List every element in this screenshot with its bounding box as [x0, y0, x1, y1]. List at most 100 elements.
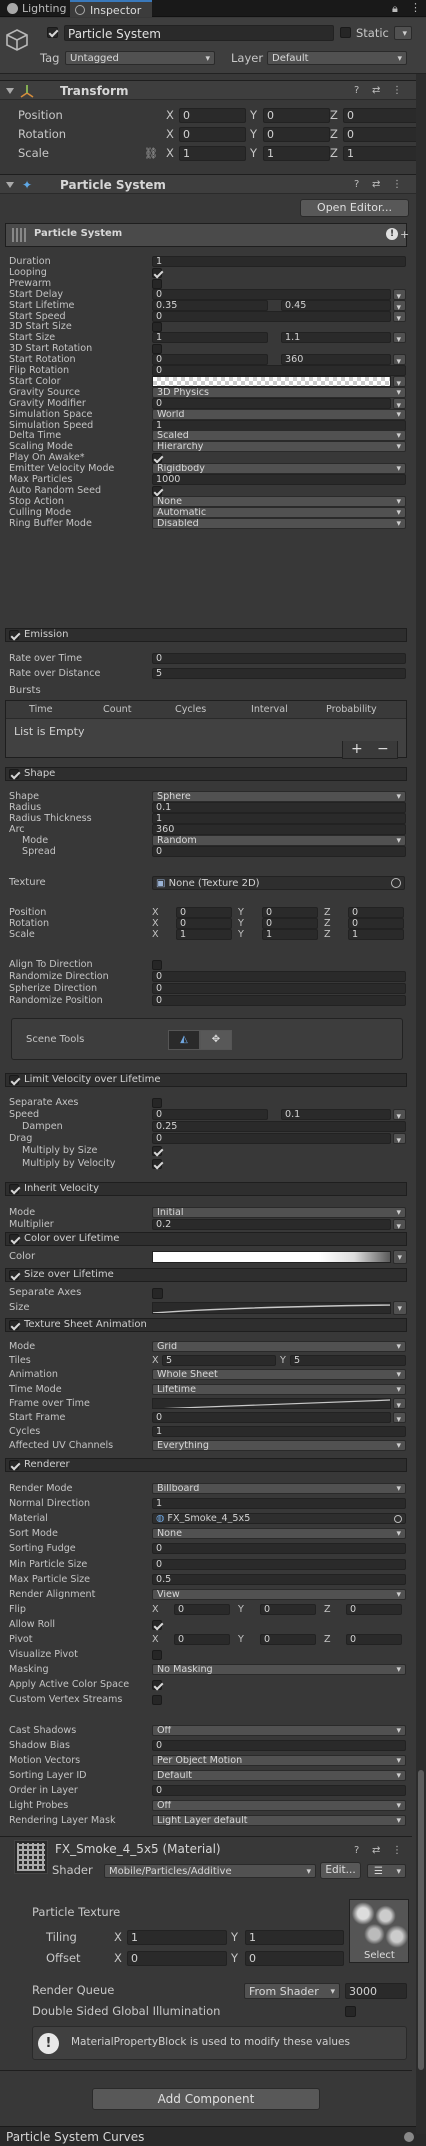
presets-icon[interactable]: ⇄: [372, 85, 380, 97]
material-object-field[interactable]: ◍ FX_Smoke_4_5x5: [152, 1513, 406, 1525]
shape-toggle[interactable]: [9, 769, 19, 779]
renderer-toggle[interactable]: [9, 1460, 19, 1470]
sorting-fudge-field[interactable]: 0: [152, 1543, 406, 1555]
shader-edit-button[interactable]: Edit...: [320, 1862, 361, 1879]
stop-action-dropdown[interactable]: None: [152, 495, 406, 507]
foldout-arrow-icon[interactable]: [6, 182, 14, 188]
affected-uv-channels-dropdown[interactable]: Everything: [152, 1440, 406, 1452]
drag-mode-dropdown[interactable]: [393, 1133, 406, 1145]
separate-axes-checkbox[interactable]: [152, 1098, 162, 1108]
separate-axes-checkbox[interactable]: [152, 1288, 163, 1299]
delta-time-dropdown[interactable]: Scaled: [152, 430, 406, 442]
shape-rotation-z-field[interactable]: 0: [348, 917, 404, 929]
multiply-by-velocity-checkbox[interactable]: [152, 1158, 162, 1169]
start-speed-field[interactable]: 0: [152, 310, 391, 322]
prewarm-checkbox[interactable]: [152, 278, 162, 289]
frame-over-time-mode-dropdown[interactable]: [393, 1397, 406, 1409]
min-particle-size-field[interactable]: 0: [152, 1558, 406, 1570]
simulation-space-dropdown[interactable]: World: [152, 408, 406, 420]
shape-texture-field[interactable]: ▣ None (Texture 2D): [152, 876, 405, 890]
start-rotation-mode-dropdown[interactable]: [393, 354, 406, 366]
mode-dropdown[interactable]: Random: [152, 834, 406, 846]
start-lifetime-min-field[interactable]: 0.35: [152, 299, 268, 311]
emission-module-header[interactable]: Emission: [5, 628, 407, 642]
scaling-mode-dropdown[interactable]: Hierarchy: [152, 441, 406, 453]
spread-field[interactable]: 0: [152, 845, 406, 857]
flip-x-field[interactable]: 0: [174, 1603, 230, 1615]
remove-burst-button[interactable]: −: [377, 741, 389, 757]
texture-sheet-module-header[interactable]: Texture Sheet Animation: [5, 1318, 407, 1332]
tab-lighting[interactable]: Lighting: [2, 0, 68, 17]
shape-rotation-y-field[interactable]: 0: [262, 917, 318, 929]
animation-dropdown[interactable]: Whole Sheet: [152, 1369, 406, 1381]
pivot-y-field[interactable]: 0: [260, 1634, 316, 1645]
transform-header[interactable]: Transform ? ⇄ ⋮: [0, 80, 426, 100]
render-alignment-dropdown[interactable]: View: [152, 1588, 406, 1600]
normal-direction-field[interactable]: 1: [152, 1498, 406, 1510]
radius-field[interactable]: 0.1: [152, 801, 406, 813]
rate-over-distance-field[interactable]: 5: [152, 667, 406, 679]
size-curve-field[interactable]: [152, 1302, 391, 1314]
flip-rotation-field[interactable]: 0: [152, 365, 406, 376]
culling-mode-dropdown[interactable]: Automatic: [152, 506, 406, 518]
start-lifetime-mode-dropdown[interactable]: [393, 299, 406, 311]
help-icon[interactable]: ?: [354, 179, 359, 191]
visualize-pivot-checkbox[interactable]: [152, 1650, 162, 1661]
arc-field[interactable]: 360: [152, 823, 406, 835]
cast-shadows-dropdown[interactable]: Off: [152, 1724, 406, 1736]
limit-velocity-toggle[interactable]: [9, 1075, 19, 1085]
static-toggle[interactable]: [340, 27, 351, 38]
render-queue-dropdown[interactable]: From Shader: [244, 1983, 340, 1999]
renderer-module-header[interactable]: Renderer: [5, 1458, 407, 1472]
gravity-source-dropdown[interactable]: 3D Physics: [152, 386, 406, 398]
position-y-field[interactable]: 0: [263, 108, 330, 123]
randomize-position-field[interactable]: 0: [152, 995, 406, 1007]
light-probes-dropdown[interactable]: Off: [152, 1800, 406, 1812]
drag-field[interactable]: 0: [152, 1133, 391, 1145]
component-menu-icon[interactable]: ⋮: [392, 1845, 402, 1857]
custom-vertex-streams-checkbox[interactable]: [152, 1695, 162, 1706]
inherit-velocity-toggle[interactable]: [9, 1184, 19, 1194]
offset-y-field[interactable]: 0: [245, 1951, 344, 1966]
foldout-arrow-icon[interactable]: [6, 88, 14, 94]
object-picker-icon[interactable]: [394, 1515, 402, 1524]
edit-shape-tool-icon[interactable]: ◭: [168, 1030, 200, 1050]
sort-mode-dropdown[interactable]: None: [152, 1528, 406, 1540]
start-frame-mode-dropdown[interactable]: [393, 1412, 406, 1423]
tag-dropdown[interactable]: Untagged: [65, 51, 215, 65]
limit-velocity-module-header[interactable]: Limit Velocity over Lifetime: [5, 1073, 407, 1087]
scale-y-field[interactable]: 1: [263, 146, 330, 161]
tiles-x-field[interactable]: 5: [162, 1355, 276, 1367]
gravity-modifier-mode-dropdown[interactable]: [393, 397, 406, 409]
multiplier-mode-dropdown[interactable]: [393, 1219, 406, 1231]
start-size-max-field[interactable]: 1.1: [281, 332, 391, 344]
position-z-field[interactable]: 0: [343, 108, 418, 123]
position-x-field[interactable]: 0: [179, 108, 246, 123]
rotation-y-field[interactable]: 0: [263, 127, 330, 142]
speed-min-field[interactable]: 0: [152, 1109, 268, 1121]
object-name-field[interactable]: Particle System: [64, 25, 334, 41]
start-color-mode-dropdown[interactable]: [393, 375, 406, 387]
rotation-z-field[interactable]: 0: [343, 127, 418, 142]
texture-sheet-toggle[interactable]: [9, 1320, 19, 1330]
particle-system-panel-header[interactable]: Particle System ! +: [5, 223, 409, 247]
scale-x-field[interactable]: 1: [179, 146, 246, 161]
shape-rotation-x-field[interactable]: 0: [176, 917, 232, 929]
start-lifetime-max-field[interactable]: 0.45: [281, 299, 391, 311]
start-rotation-max-field[interactable]: 360: [281, 354, 391, 366]
render-queue-field[interactable]: 3000: [345, 1983, 407, 1999]
gravity-modifier-field[interactable]: 0: [152, 397, 391, 409]
flip-z-field[interactable]: 0: [346, 1603, 402, 1615]
static-dropdown[interactable]: [394, 26, 412, 40]
speed-mode-dropdown[interactable]: [393, 1109, 406, 1121]
shape-position-x-field[interactable]: 0: [176, 907, 232, 918]
shape-scale-x-field[interactable]: 1: [176, 928, 232, 940]
3d-start-size-checkbox[interactable]: [152, 322, 162, 333]
motion-vectors-dropdown[interactable]: Per Object Motion: [152, 1754, 406, 1766]
color-mode-dropdown[interactable]: [393, 1250, 407, 1264]
max-particles-field[interactable]: 1000: [152, 474, 406, 485]
allow-roll-checkbox[interactable]: [152, 1619, 162, 1630]
masking-dropdown[interactable]: No Masking: [152, 1664, 406, 1676]
transform-shape-tool-icon[interactable]: ✥: [200, 1030, 232, 1050]
sorting-layer-id-dropdown[interactable]: Default: [152, 1769, 406, 1781]
